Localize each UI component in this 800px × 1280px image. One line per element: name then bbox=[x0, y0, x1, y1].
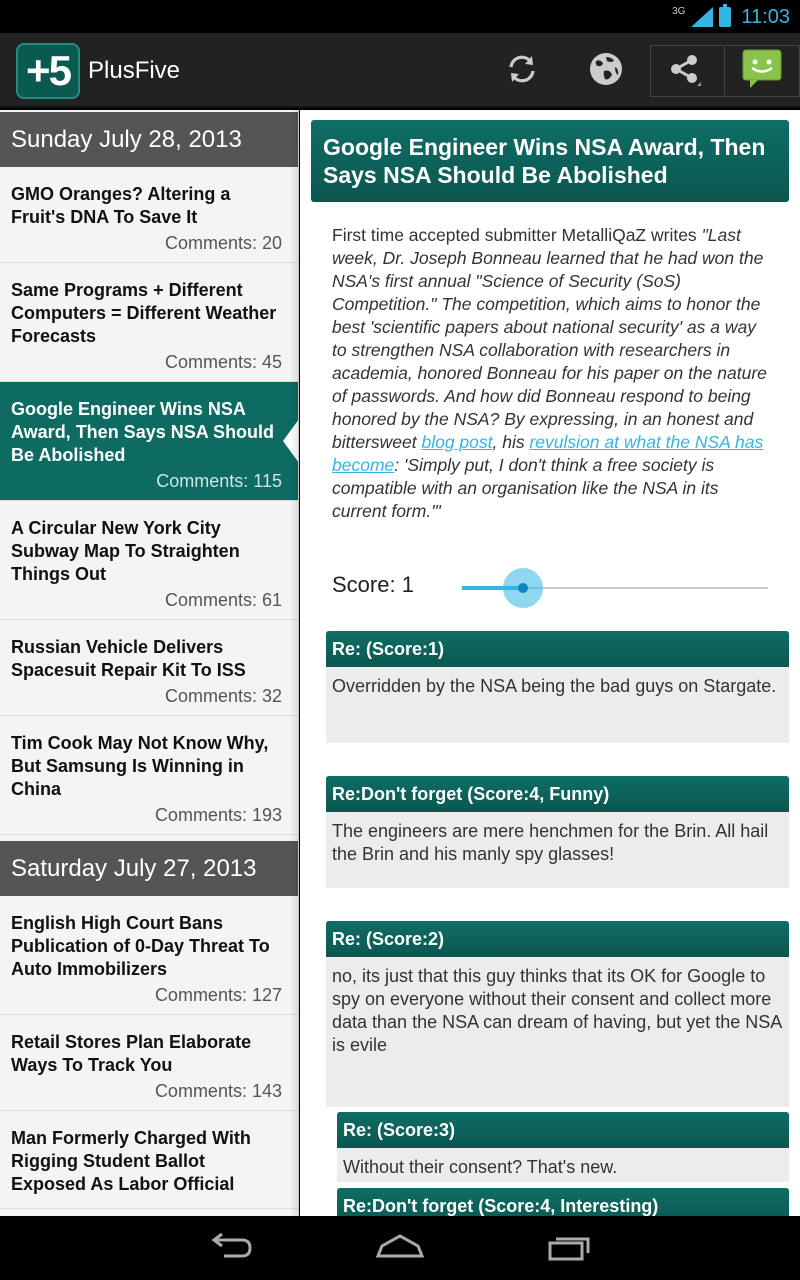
story-comment-count: Comments: 45 bbox=[164, 352, 282, 372]
story-title: A Circular New York City Subway Map To S… bbox=[11, 518, 240, 584]
quote-text: "Last week, Dr. Joseph Bonneau learned t… bbox=[332, 225, 767, 452]
score-label: Score: 1 bbox=[332, 572, 414, 597]
network-type-label: 3G bbox=[672, 5, 686, 17]
story-title: Tim Cook May Not Know Why, But Samsung I… bbox=[11, 733, 269, 799]
comment[interactable]: Re: (Score:1) Overridden by the NSA bein… bbox=[326, 631, 789, 743]
refresh-icon bbox=[505, 52, 539, 91]
story-comment-count: Comments: 193 bbox=[154, 805, 282, 825]
comment-reply[interactable]: Re:Don't forget (Score:4, Interesting) bbox=[337, 1188, 789, 1216]
back-icon bbox=[206, 1232, 254, 1265]
story-item[interactable]: A Circular New York City Subway Map To S… bbox=[0, 501, 298, 620]
date-header: Sunday July 28, 2013 bbox=[0, 112, 298, 167]
comment-header[interactable]: Re: (Score:3) bbox=[337, 1112, 789, 1148]
selection-pointer bbox=[283, 419, 298, 463]
story-item[interactable]: Retail Stores Plan Elaborate Ways To Tra… bbox=[0, 1015, 298, 1111]
refresh-button[interactable] bbox=[494, 43, 550, 99]
story-comment-count: Comments: 61 bbox=[164, 590, 282, 610]
story-title: Russian Vehicle Delivers Spacesuit Repai… bbox=[11, 637, 246, 680]
clock: 11:03 bbox=[741, 5, 790, 28]
article-pane[interactable]: Google Engineer Wins NSA Award, Then Say… bbox=[300, 110, 800, 1216]
comment[interactable]: Re: (Score:2) no, its just that this guy… bbox=[326, 921, 789, 1107]
article-intro: First time accepted submitter MetalliQaZ… bbox=[332, 225, 697, 245]
signal-icon bbox=[691, 7, 714, 27]
story-title: English High Court Bans Publication of 0… bbox=[11, 913, 270, 979]
story-comment-count: Comments: 127 bbox=[154, 985, 282, 1005]
recent-apps-icon bbox=[546, 1231, 594, 1266]
score-filter: Score: 1 bbox=[332, 568, 772, 610]
recent-apps-button[interactable] bbox=[540, 1228, 600, 1268]
comment[interactable]: Re:Don't forget (Score:4, Funny) The eng… bbox=[326, 776, 789, 888]
story-list[interactable]: Sunday July 28, 2013 GMO Oranges? Alteri… bbox=[0, 110, 299, 1216]
comment-header[interactable]: Re:Don't forget (Score:4, Funny) bbox=[326, 776, 789, 812]
comment-text: no, its just that this guy thinks that i… bbox=[332, 966, 782, 1055]
back-button[interactable] bbox=[200, 1228, 260, 1268]
blog-post-link[interactable]: blog post bbox=[421, 432, 492, 452]
action-divider bbox=[724, 47, 725, 95]
story-title: Man Formerly Charged With Rigging Studen… bbox=[11, 1128, 251, 1194]
globe-icon bbox=[588, 51, 624, 92]
story-title: Google Engineer Wins NSA Award, Then Say… bbox=[11, 399, 275, 465]
comment-reply[interactable]: Re: (Score:3) Without their consent? Tha… bbox=[337, 1112, 789, 1182]
navigation-bar bbox=[0, 1216, 800, 1280]
app-title: PlusFive bbox=[88, 57, 181, 84]
story-item-selected[interactable]: Google Engineer Wins NSA Award, Then Say… bbox=[0, 382, 298, 501]
app-logo[interactable]: +5 bbox=[16, 43, 80, 99]
battery-icon bbox=[719, 4, 732, 27]
date-header: Saturday July 27, 2013 bbox=[0, 841, 298, 896]
story-comment-count: Comments: 143 bbox=[154, 1081, 282, 1101]
story-title: GMO Oranges? Altering a Fruit's DNA To S… bbox=[11, 184, 231, 227]
home-icon bbox=[374, 1232, 426, 1265]
comment-text: The engineers are mere henchmen for the … bbox=[332, 821, 769, 864]
story-comment-count: Comments: 20 bbox=[164, 233, 282, 253]
story-item[interactable]: Same Programs + Different Computers = Di… bbox=[0, 263, 298, 382]
status-bar: 3G 11:03 bbox=[0, 0, 800, 33]
comment-text: Without their consent? That's new. bbox=[343, 1157, 618, 1177]
story-comment-count: Comments: 32 bbox=[164, 686, 282, 706]
comment-header[interactable]: Re: (Score:2) bbox=[326, 921, 789, 957]
messaging-app-icon bbox=[740, 47, 784, 96]
action-bar: +5 PlusFive bbox=[0, 33, 800, 108]
comment-header[interactable]: Re:Don't forget (Score:4, Interesting) bbox=[337, 1188, 789, 1216]
story-comment-count: Comments: 115 bbox=[156, 471, 282, 491]
story-item[interactable]: English High Court Bans Publication of 0… bbox=[0, 896, 298, 1015]
home-button[interactable] bbox=[370, 1228, 430, 1268]
comment-text: Overridden by the NSA being the bad guys… bbox=[332, 676, 777, 696]
comment-header[interactable]: Re: (Score:1) bbox=[326, 631, 789, 667]
status-icons: 3G 11:03 bbox=[672, 4, 790, 30]
share-button[interactable] bbox=[656, 43, 712, 99]
story-item[interactable]: Man Formerly Charged With Rigging Studen… bbox=[0, 1111, 298, 1209]
story-item[interactable]: Tim Cook May Not Know Why, But Samsung I… bbox=[0, 716, 298, 835]
story-item[interactable]: GMO Oranges? Altering a Fruit's DNA To S… bbox=[0, 167, 298, 263]
story-title: Retail Stores Plan Elaborate Ways To Tra… bbox=[11, 1032, 252, 1075]
article-quote: "Last week, Dr. Joseph Bonneau learned t… bbox=[332, 225, 767, 521]
article-title: Google Engineer Wins NSA Award, Then Say… bbox=[311, 120, 789, 202]
share-icon bbox=[667, 52, 701, 91]
article-summary: First time accepted submitter MetalliQaZ… bbox=[332, 224, 772, 523]
open-in-browser-button[interactable] bbox=[578, 43, 634, 99]
story-item[interactable]: Russian Vehicle Delivers Spacesuit Repai… bbox=[0, 620, 298, 716]
share-via-messaging-button[interactable] bbox=[734, 43, 790, 99]
story-title: Same Programs + Different Computers = Di… bbox=[11, 280, 277, 346]
quote-text: , his bbox=[492, 432, 530, 452]
